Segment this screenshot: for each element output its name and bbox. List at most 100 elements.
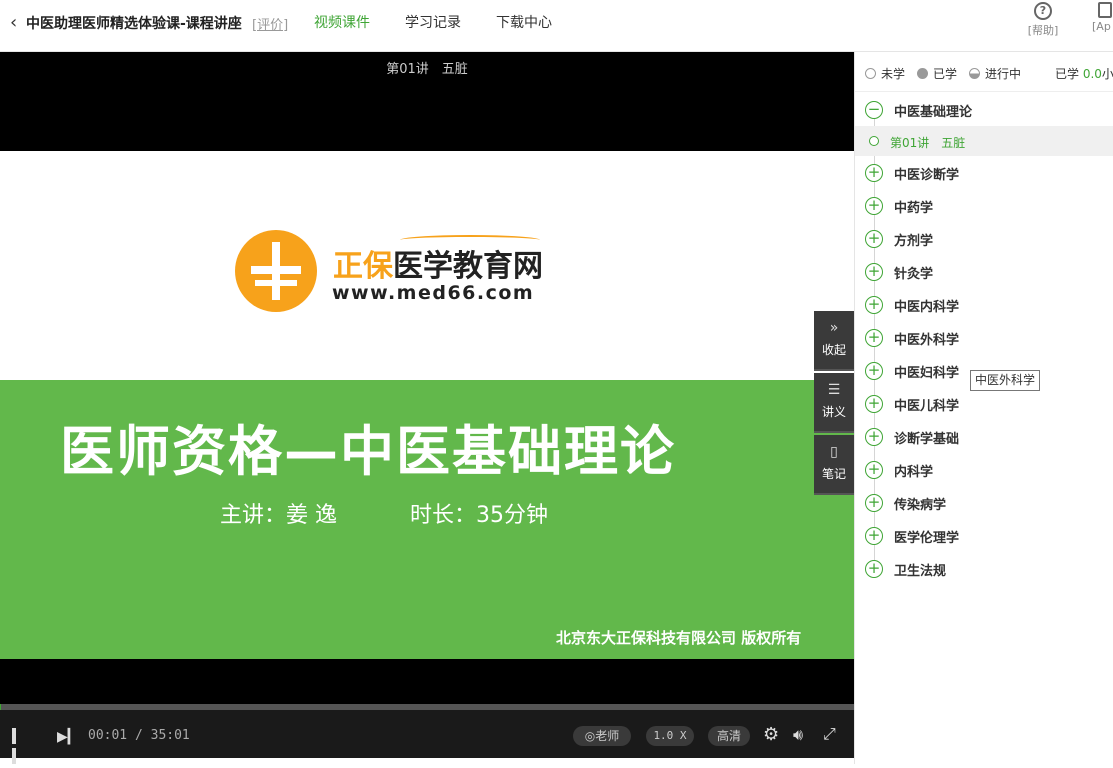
chapter-item[interactable]: − 中医基础理论 bbox=[855, 93, 1113, 126]
status-legend: 未学 已学 进行中 已学 0.0小时 bbox=[855, 52, 1113, 92]
slide-duration: 时长：35分钟 bbox=[410, 503, 548, 528]
plus-circle-icon[interactable]: + bbox=[865, 296, 883, 314]
plus-circle-icon[interactable]: + bbox=[865, 362, 883, 380]
slide-presenter: 主讲：姜 逸 bbox=[220, 503, 337, 528]
learned-total: 已学 0.0小时 bbox=[1055, 67, 1113, 81]
chapter-label: 中医妇科学 bbox=[894, 366, 960, 381]
tab-video-courseware[interactable]: 视频课件 bbox=[314, 12, 370, 32]
top-bar: ‹ 中医助理医师精选体验课-课程讲座 [评价] 视频课件 学习记录 下载中心 ?… bbox=[0, 0, 1113, 52]
chapter-label: 中医外科学 bbox=[894, 333, 960, 348]
plus-circle-icon[interactable]: + bbox=[865, 494, 883, 512]
notebook-icon: ▯ bbox=[830, 444, 838, 460]
chapter-item[interactable]: + 针灸学 bbox=[855, 255, 1113, 288]
slide-heading: 医师资格—中医基础理论 bbox=[60, 420, 676, 483]
check-circle-icon: ◎ bbox=[584, 729, 596, 743]
teacher-label: 老师 bbox=[595, 729, 620, 743]
chapter-item[interactable]: + 诊断学基础 bbox=[855, 420, 1113, 453]
minus-circle-icon[interactable]: − bbox=[865, 101, 883, 119]
chapter-item[interactable]: + 中医内科学 bbox=[855, 288, 1113, 321]
legend-in-progress: 进行中 bbox=[969, 65, 1021, 82]
brand-logo-icon bbox=[235, 230, 317, 312]
chapter-label: 针灸学 bbox=[894, 267, 934, 282]
plus-circle-icon[interactable]: + bbox=[865, 329, 883, 347]
app-button[interactable]: [Ap bbox=[1092, 2, 1113, 33]
question-icon: ? bbox=[1034, 2, 1052, 20]
legend-learned: 已学 bbox=[917, 65, 957, 82]
help-label: [帮助] bbox=[1027, 24, 1059, 37]
plus-circle-icon[interactable]: + bbox=[865, 527, 883, 545]
chapter-label: 中医基础理论 bbox=[894, 105, 973, 120]
legend-not-learned: 未学 bbox=[865, 65, 905, 82]
tab-download-center[interactable]: 下载中心 bbox=[496, 12, 552, 32]
brand-name: 正保医学教育网 bbox=[333, 241, 543, 285]
plus-circle-icon[interactable]: + bbox=[865, 230, 883, 248]
course-panel: 未学 已学 进行中 已学 0.0小时 − 中医基础理论 第01讲 五脏 + 中医诊… bbox=[854, 52, 1113, 764]
chapter-label: 中医儿科学 bbox=[894, 399, 960, 414]
quality-button[interactable]: 高清 bbox=[708, 726, 750, 746]
help-button[interactable]: ? [帮助] bbox=[1025, 2, 1061, 38]
chapter-item[interactable]: + 中医儿科学 bbox=[855, 387, 1113, 420]
brand-url: www.med66.com bbox=[332, 282, 535, 304]
side-tabs: » 收起 ☰ 讲义 ▯ 笔记 bbox=[814, 311, 854, 497]
notes-button[interactable]: ▯ 笔记 bbox=[814, 435, 854, 495]
collapse-button[interactable]: » 收起 bbox=[814, 311, 854, 371]
chapter-item[interactable]: + 中医外科学 bbox=[855, 321, 1113, 354]
filled-circle-icon bbox=[917, 68, 928, 79]
lesson-label: 第01讲 五脏 bbox=[890, 136, 966, 150]
phone-icon bbox=[1098, 2, 1112, 18]
video-slide: 正保医学教育网 www.med66.com 医师资格—中医基础理论 主讲：姜 逸… bbox=[0, 151, 854, 659]
chapter-item[interactable]: + 内科学 bbox=[855, 453, 1113, 486]
chapter-tooltip: 中医外科学 bbox=[970, 370, 1041, 391]
rate-link[interactable]: [评价] bbox=[252, 14, 288, 33]
brand-name-part1: 正保 bbox=[333, 249, 393, 284]
plus-circle-icon[interactable]: + bbox=[865, 428, 883, 446]
brand-name-part2: 医学教育网 bbox=[393, 249, 543, 284]
control-bar: ▶▎ 00:01 / 35:01 ◎老师 1.0 X 高清 ⚙ 🔊︎ ⤢ bbox=[0, 710, 854, 764]
tab-study-record[interactable]: 学习记录 bbox=[405, 12, 461, 32]
plus-circle-icon[interactable]: + bbox=[865, 197, 883, 215]
lesson-status-icon bbox=[869, 136, 879, 146]
plus-circle-icon[interactable]: + bbox=[865, 263, 883, 281]
handout-label: 讲义 bbox=[821, 405, 846, 419]
chevron-left-icon[interactable]: ‹ bbox=[10, 12, 17, 33]
half-circle-icon bbox=[969, 68, 980, 79]
chapter-item[interactable]: + 中药学 bbox=[855, 189, 1113, 222]
chapter-label: 传染病学 bbox=[894, 498, 947, 513]
chapter-item[interactable]: + 方剂学 bbox=[855, 222, 1113, 255]
course-title: 中医助理医师精选体验课-课程讲座 bbox=[26, 16, 242, 32]
handout-button[interactable]: ☰ 讲义 bbox=[814, 373, 854, 433]
lesson-item-current[interactable]: 第01讲 五脏 bbox=[855, 126, 1113, 156]
empty-circle-icon bbox=[865, 68, 876, 79]
slide-copyright: 北京东大正保科技有限公司 版权所有 bbox=[556, 629, 802, 647]
app-label: [Ap bbox=[1092, 20, 1111, 33]
lecture-title: 第01讲 五脏 bbox=[386, 62, 468, 77]
collapse-label: 收起 bbox=[821, 343, 846, 357]
chapter-item[interactable]: + 传染病学 bbox=[855, 486, 1113, 519]
speed-button[interactable]: 1.0 X bbox=[646, 726, 694, 746]
chapter-item[interactable]: + 中医诊断学 bbox=[855, 156, 1113, 189]
chapter-label: 中医内科学 bbox=[894, 300, 960, 315]
list-icon: ☰ bbox=[827, 382, 841, 398]
video-player[interactable]: 第01讲 五脏 正保医学教育网 www.med66.com 医师资格—中医基础理… bbox=[0, 52, 854, 764]
chapter-label: 中药学 bbox=[894, 201, 934, 216]
teacher-toggle-button[interactable]: ◎老师 bbox=[573, 726, 631, 746]
time-separator: / bbox=[127, 728, 151, 743]
fullscreen-icon[interactable]: ⤢ bbox=[823, 724, 836, 744]
current-time: 00:01 bbox=[88, 728, 128, 743]
chapter-item[interactable]: + 医学伦理学 bbox=[855, 519, 1113, 552]
chapter-label: 医学伦理学 bbox=[894, 531, 960, 546]
volume-icon[interactable]: 🔊︎ bbox=[793, 725, 803, 745]
chapter-label: 内科学 bbox=[894, 465, 934, 480]
gear-icon[interactable]: ⚙ bbox=[763, 724, 779, 745]
plus-circle-icon[interactable]: + bbox=[865, 395, 883, 413]
chapter-label: 卫生法规 bbox=[894, 564, 947, 579]
double-chevron-right-icon: » bbox=[829, 320, 839, 336]
plus-circle-icon[interactable]: + bbox=[865, 461, 883, 479]
plus-circle-icon[interactable]: + bbox=[865, 164, 883, 182]
notes-label: 笔记 bbox=[821, 467, 846, 481]
next-icon[interactable]: ▶▎ bbox=[57, 729, 79, 745]
time-display: 00:01 / 35:01 bbox=[88, 728, 190, 743]
plus-circle-icon[interactable]: + bbox=[865, 560, 883, 578]
pause-icon[interactable] bbox=[12, 728, 26, 764]
chapter-item[interactable]: + 卫生法规 bbox=[855, 552, 1113, 585]
